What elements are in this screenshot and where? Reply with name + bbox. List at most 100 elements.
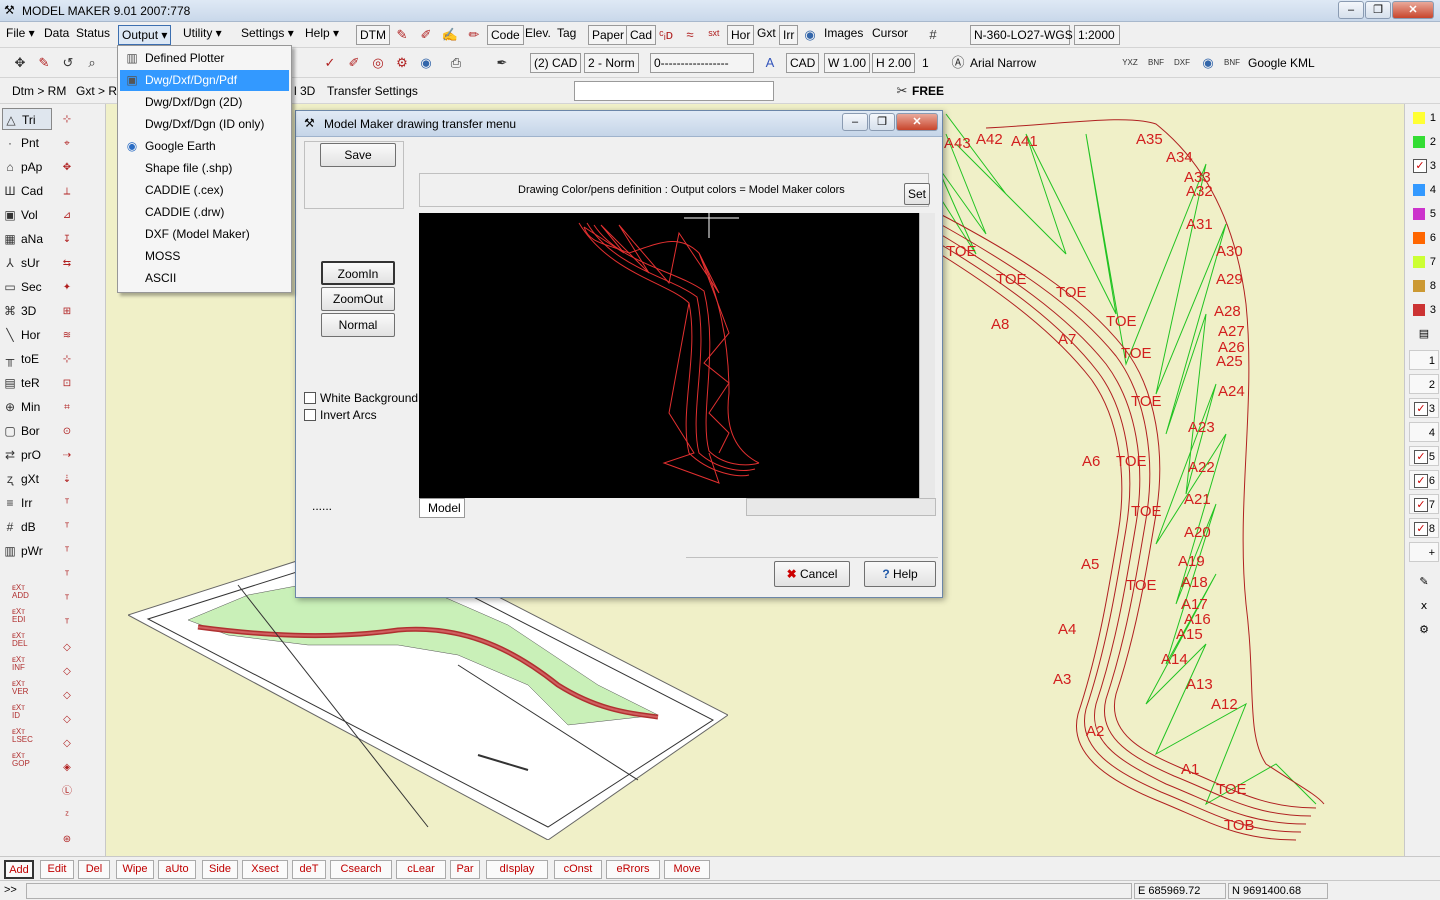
menu-item[interactable]: ▥ Defined Plotter: [120, 48, 289, 69]
tool-pwr[interactable]: ▥ pWr: [2, 540, 52, 562]
layer-toggle-3[interactable]: ✓ 3: [1409, 398, 1439, 418]
text-style-select[interactable]: 1: [922, 56, 929, 70]
cad-tool-icon[interactable]: ⊿: [56, 206, 78, 226]
layer-color-3[interactable]: 3: [1409, 300, 1439, 320]
cad-tool-icon[interactable]: ⇆: [56, 254, 78, 274]
cad-tool-icon[interactable]: ✦: [56, 278, 78, 298]
drawing-preview[interactable]: [419, 213, 919, 498]
paper-button[interactable]: Paper: [588, 25, 629, 45]
tool-vol[interactable]: ▣ Vol: [2, 204, 52, 226]
font-a-icon[interactable]: A: [760, 53, 780, 73]
tool-ter[interactable]: ▤ teR: [2, 372, 52, 394]
cad-tool-icon[interactable]: ◇: [56, 710, 78, 730]
ext-tool-ver[interactable]: ᴇXᴛ VER: [12, 680, 28, 696]
elev-button[interactable]: Elev.: [525, 26, 551, 40]
cmd-clear-button[interactable]: cLear: [396, 860, 446, 879]
earth-icon[interactable]: ◉: [1198, 53, 1218, 73]
menu-item[interactable]: ▣ Dwg/Dxf/Dgn/Pdf: [120, 70, 289, 91]
highlighter-icon[interactable]: ✒: [492, 53, 512, 73]
dxf-icon[interactable]: DXF: [1172, 53, 1192, 73]
bnf2-icon[interactable]: BNF: [1222, 53, 1242, 73]
circle-icon[interactable]: ◎: [368, 53, 388, 73]
font-select[interactable]: Arial Narrow: [970, 56, 1036, 70]
tool-pap[interactable]: ⌂ pAp: [2, 156, 52, 178]
transfer-settings-button[interactable]: Transfer Settings: [327, 84, 418, 98]
set-button[interactable]: Set: [904, 183, 930, 205]
printer-icon[interactable]: ⎙: [446, 53, 466, 73]
cad-tool-icon[interactable]: ⊞: [56, 302, 78, 322]
layer-checkbox[interactable]: ✓: [1414, 474, 1428, 488]
dialog-maximize-button[interactable]: ❐: [869, 113, 895, 131]
bnf-icon[interactable]: BNF: [1146, 53, 1166, 73]
layer-checkbox[interactable]: ✓: [1413, 159, 1427, 173]
brush-icon[interactable]: ✐: [344, 53, 364, 73]
zoom-icon[interactable]: ⌕: [82, 53, 102, 73]
cad-button[interactable]: Cad: [626, 25, 657, 45]
cmd-det-button[interactable]: deT: [292, 860, 326, 879]
minimize-button[interactable]: ‒: [1338, 1, 1364, 19]
images-button[interactable]: Images: [824, 26, 863, 40]
tool-pro[interactable]: ⇄ prO: [2, 444, 52, 466]
ext-tool-del[interactable]: ᴇXᴛ DEL: [12, 632, 28, 648]
layer-color-8[interactable]: 8: [1409, 276, 1439, 296]
close-button[interactable]: ✕: [1392, 1, 1434, 19]
cad-tool-icon[interactable]: ✥: [56, 158, 78, 178]
cad-tool-icon[interactable]: ◇: [56, 662, 78, 682]
layer-toggle-1[interactable]: 1: [1409, 350, 1439, 370]
pen-icon[interactable]: ✎: [392, 25, 412, 45]
gear-red-icon[interactable]: ⚙: [392, 53, 412, 73]
cad-tool-icon[interactable]: ↧: [56, 230, 78, 250]
cad-tool-icon[interactable]: ◇: [56, 638, 78, 658]
pen-check-icon[interactable]: ✐: [416, 25, 436, 45]
tag-button[interactable]: Tag: [557, 26, 576, 40]
target-icon[interactable]: ◉: [800, 25, 820, 45]
command-input[interactable]: [26, 883, 1132, 899]
gxt-ri-label[interactable]: Gxt > RI: [76, 84, 120, 98]
layer-toggle-8[interactable]: ✓ 8: [1409, 518, 1439, 538]
hor-button[interactable]: Hor: [727, 25, 755, 45]
layer-toggle-6[interactable]: ✓ 6: [1409, 470, 1439, 490]
tool-db[interactable]: # dB: [2, 516, 52, 538]
ext-tool-add[interactable]: ᴇXᴛ ADD: [12, 584, 29, 600]
cmd-auto-button[interactable]: aUto: [158, 860, 196, 879]
invert-arcs-checkbox[interactable]: Invert Arcs: [304, 408, 377, 422]
zoomin-button[interactable]: ZoomIn: [321, 261, 395, 285]
cad-tool-icon[interactable]: ⊹: [56, 350, 78, 370]
ext-tool-gop[interactable]: ᴇXᴛ GOP: [12, 752, 30, 768]
draw-icon[interactable]: ✎: [34, 53, 54, 73]
menu-output[interactable]: Output ▾: [118, 25, 172, 45]
tool-tri[interactable]: △ Tri: [2, 108, 52, 130]
transfer-combo[interactable]: [574, 81, 774, 101]
tool-gxt[interactable]: ʐ gXt: [2, 468, 52, 490]
text-height-field[interactable]: H 2.00: [872, 53, 916, 73]
tool-ana[interactable]: ▦ aNa: [2, 228, 52, 250]
model-tab[interactable]: Model: [419, 498, 465, 518]
cad-tool-icon[interactable]: ⊛: [56, 830, 78, 850]
cad-tool-icon[interactable]: ⊙: [56, 422, 78, 442]
cmd-display-button[interactable]: dIsplay: [486, 860, 548, 879]
cad-tool-icon[interactable]: ᵀ: [56, 494, 78, 514]
menu-item[interactable]: MOSS: [120, 246, 289, 267]
text-width-field[interactable]: W 1.00: [824, 53, 871, 73]
cmd-side-button[interactable]: Side: [202, 860, 238, 879]
tool-irr[interactable]: ≡ Irr: [2, 492, 52, 514]
gxt-button[interactable]: Gxt: [757, 26, 776, 40]
cad-tool-icon[interactable]: ᵀ: [56, 590, 78, 610]
tool-3d[interactable]: ⌘ 3D: [2, 300, 52, 322]
tool-toe[interactable]: ╥ toE: [2, 348, 52, 370]
xyz-icon[interactable]: YXZ: [1120, 53, 1140, 73]
sxt-icon[interactable]: ˢˣᵗ: [704, 25, 724, 45]
dialog-close-button[interactable]: ✕: [896, 113, 938, 131]
projection-field[interactable]: N-360-LO27-WGS: [970, 25, 1073, 45]
linetype-select[interactable]: 0-----------------: [650, 53, 754, 73]
text-icon[interactable]: ⅹ: [1409, 596, 1439, 616]
stamp-icon[interactable]: ✍: [440, 25, 460, 45]
cad-tool-icon[interactable]: ⇣: [56, 470, 78, 490]
cmd-wipe-button[interactable]: Wipe: [116, 860, 154, 879]
cursor-button[interactable]: Cursor: [872, 26, 908, 40]
tool-sec[interactable]: ▭ Sec: [2, 276, 52, 298]
menu-settings[interactable]: Settings ▾: [241, 26, 294, 40]
layer-toggle-+[interactable]: +: [1409, 542, 1439, 562]
l3d-label[interactable]: l 3D: [294, 84, 315, 98]
cad-tool-icon[interactable]: ᵀ: [56, 518, 78, 538]
